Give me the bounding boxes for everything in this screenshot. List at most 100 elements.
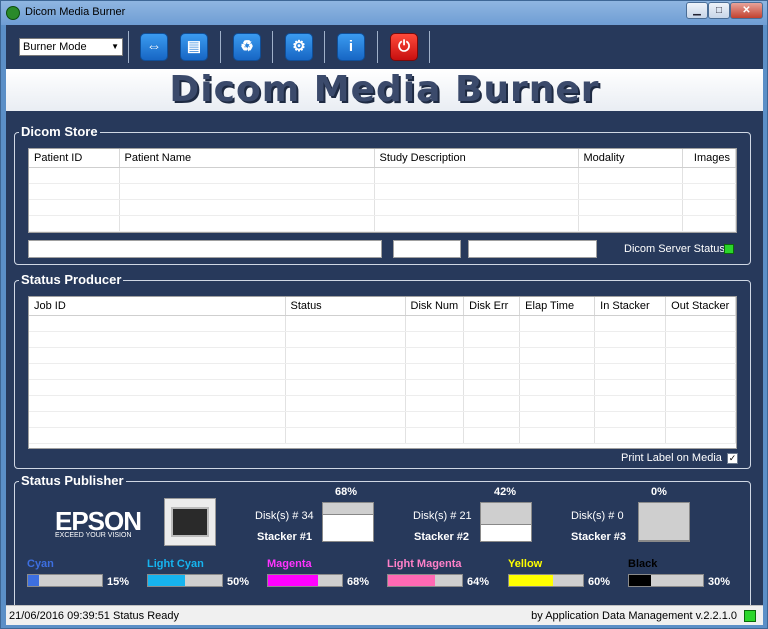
stacker-2-disks: Disk(s) # 21 [413,510,472,522]
dicom-store-title: Dicom Store [19,124,100,140]
info-icon: i [348,38,354,55]
stacker-1-disks: Disk(s) # 34 [255,510,314,522]
dicom-store-table[interactable]: Patient ID Patient Name Study Descriptio… [28,148,737,233]
table-row[interactable] [29,199,736,216]
stacker-3-percent: 0% [651,486,667,498]
mode-select[interactable]: Burner Mode ▼ [19,38,123,56]
stacker-2-percent: 42% [494,486,517,498]
ink-percent-0: 15% [107,576,130,588]
column-header[interactable]: Job ID [29,297,286,316]
dicom-server-status-label: Dicom Server Status [624,243,725,255]
dicom-status-text-3 [468,240,597,258]
column-header[interactable]: Disk Num [405,297,465,316]
column-header[interactable]: In Stacker [594,297,667,316]
stacker-1-name: Stacker #1 [257,531,313,543]
column-header[interactable]: Disk Err [463,297,521,316]
ink-level-fill-4 [509,575,554,586]
banner-title: Dicom Media Burner [169,69,600,110]
ink-level-fill-5 [629,575,652,586]
table-row[interactable] [29,379,736,396]
toolbar-separator [324,31,325,63]
stacker-2-gauge [480,502,532,542]
ink-name-3: Light Magenta [387,558,462,570]
banner: Dicom Media Burner [6,69,763,111]
table-row[interactable] [29,427,736,444]
info-button[interactable]: i [337,33,365,61]
power-icon: ⏻ [398,38,410,55]
printer-tray [171,507,209,537]
recycle-icon: ♻ [240,38,254,55]
column-header[interactable]: Out Stacker [665,297,736,316]
stacker-1-gauge-fill [323,503,373,515]
minimize-button[interactable]: ▁ [686,2,708,19]
close-button[interactable]: ✕ [730,2,763,19]
ink-level-bar-1 [147,574,223,587]
column-header[interactable]: Patient Name [119,149,375,168]
document-icon: ▤ [186,38,202,55]
status-bar-left-text: 21/06/2016 09:39:51 Status Ready [9,610,180,622]
ink-level-bar-3 [387,574,463,587]
recycle-button[interactable]: ♻ [233,33,261,61]
status-producer-title: Status Producer [19,272,124,288]
stacker-3-gauge-fill [639,503,689,541]
ink-level-fill-3 [388,575,436,586]
connect-button[interactable]: ⇔ [140,33,168,61]
column-header[interactable]: Status [285,297,406,316]
power-button[interactable]: ⏻ [390,33,418,61]
print-label-text: Print Label on Media [621,452,722,464]
toolbar-separator [429,31,430,63]
ink-name-2: Magenta [267,558,312,570]
column-header[interactable]: Elap Time [519,297,596,316]
window-title: Dicom Media Burner [25,6,126,18]
toolbar: Burner Mode ▼ ⇔ ▤ ♻ ⚙ i ⏻ [6,25,763,69]
status-publisher-group: Status Publisher EPSON EXCEED YOUR VISIO… [14,473,751,619]
ink-percent-1: 50% [227,576,250,588]
table-row[interactable] [29,215,736,232]
table-row[interactable] [29,395,736,412]
table-header-row: Job ID Status Disk Num Disk Err Elap Tim… [29,297,736,316]
status-producer-table[interactable]: Job ID Status Disk Num Disk Err Elap Tim… [28,296,737,449]
app-icon [6,6,20,20]
ink-level-bar-0 [27,574,103,587]
stacker-1-gauge [322,502,374,542]
table-row[interactable] [29,167,736,184]
dicom-status-text-2 [393,240,461,258]
table-row[interactable] [29,411,736,428]
maximize-button[interactable]: □ [708,2,730,19]
toolbar-separator [377,31,378,63]
ink-name-1: Light Cyan [147,558,204,570]
table-row[interactable] [29,331,736,348]
ink-percent-3: 64% [467,576,490,588]
server-status-indicator [724,244,734,254]
toolbar-separator [128,31,129,63]
print-label-checkbox[interactable]: ✓ [727,453,738,464]
table-row[interactable] [29,183,736,200]
ink-level-bar-4 [508,574,584,587]
stacker-3-disks: Disk(s) # 0 [571,510,624,522]
client-area: Burner Mode ▼ ⇔ ▤ ♻ ⚙ i ⏻ Dicom Media Bu… [6,25,763,625]
dicom-store-group: Dicom Store Patient ID Patient Name Stud… [14,124,751,265]
ink-name-5: Black [628,558,658,570]
table-row[interactable] [29,315,736,332]
epson-tagline: EXCEED YOUR VISION [55,532,132,539]
mode-select-value: Burner Mode [23,41,87,53]
document-button[interactable]: ▤ [180,33,208,61]
column-header[interactable]: Study Description [374,149,579,168]
table-row[interactable] [29,363,736,380]
column-header[interactable]: Modality [578,149,683,168]
ink-percent-4: 60% [588,576,611,588]
status-producer-group: Status Producer Job ID Status Disk Num D… [14,272,751,469]
ink-level-fill-0 [28,575,40,586]
column-header[interactable]: Images [682,149,736,168]
column-header[interactable]: Patient ID [29,149,120,168]
ink-name-4: Yellow [508,558,543,570]
title-bar[interactable]: Dicom Media Burner ▁ □ ✕ [1,1,767,25]
chevron-down-icon: ▼ [111,42,119,51]
toolbar-separator [272,31,273,63]
printer-image [164,498,216,546]
ink-level-bar-5 [628,574,704,587]
table-row[interactable] [29,347,736,364]
ink-percent-2: 68% [347,576,370,588]
settings-button[interactable]: ⚙ [285,33,313,61]
status-bar: 21/06/2016 09:39:51 Status Ready by Appl… [6,605,763,625]
